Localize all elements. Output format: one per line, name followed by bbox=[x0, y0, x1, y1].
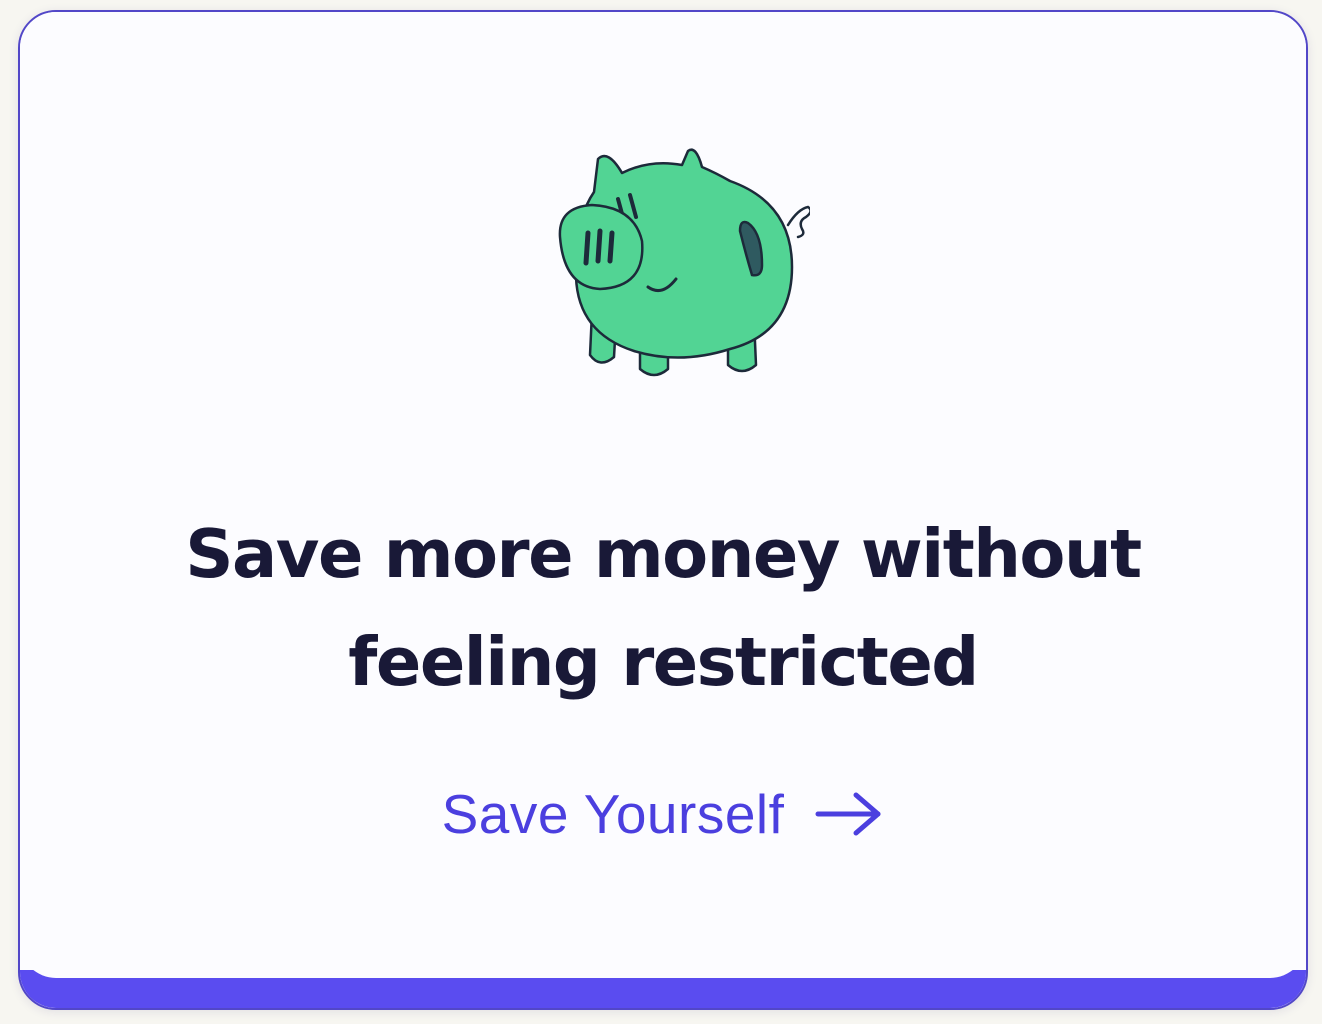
arrow-right-icon bbox=[815, 792, 881, 836]
save-yourself-link[interactable]: Save Yourself bbox=[20, 782, 1306, 846]
promo-card[interactable]: Save more money without feeling restrict… bbox=[18, 10, 1308, 1010]
headline-line-1: Save more money without bbox=[185, 515, 1142, 593]
card-headline: Save more money without feeling restrict… bbox=[20, 500, 1306, 716]
piggy-bank-icon bbox=[558, 148, 810, 377]
headline-line-2: feeling restricted bbox=[348, 623, 979, 701]
cta-label: Save Yourself bbox=[441, 783, 785, 845]
